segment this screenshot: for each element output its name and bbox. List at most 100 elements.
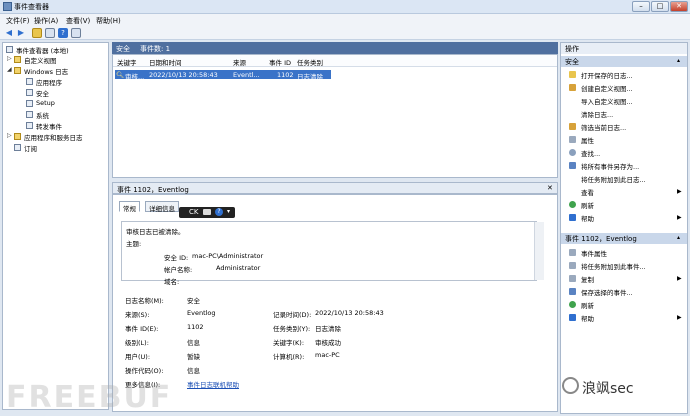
subscription-icon <box>14 144 21 151</box>
tree-item-application[interactable]: 应用程序 <box>36 77 62 87</box>
keywords-label: 关键字(K): <box>273 339 305 347</box>
action-help-event[interactable]: 帮助 <box>581 313 594 323</box>
wechat-account-icon <box>562 377 579 394</box>
action-view[interactable]: 查看 <box>581 187 594 197</box>
forward-icon[interactable]: ▶ <box>16 28 26 38</box>
folder-icon[interactable] <box>32 28 42 38</box>
tree-item-apps-services-logs[interactable]: 应用程序和服务日志 <box>24 132 83 142</box>
folder-icon <box>14 67 21 74</box>
log-icon <box>26 111 33 118</box>
message-line-1: 审核日志已被清除。 <box>126 228 185 236</box>
menu-action[interactable]: 操作(A) <box>34 16 58 26</box>
action-open-saved-log[interactable]: 打开保存的日志... <box>581 70 633 80</box>
close-icon[interactable]: ✕ <box>547 184 553 192</box>
minimize-button[interactable]: – <box>632 1 650 12</box>
submenu-arrow-icon: ▶ <box>677 275 682 282</box>
action-properties[interactable]: 属性 <box>581 135 594 145</box>
capture-toolbar-popup[interactable]: CK ? ▾ <box>179 207 235 218</box>
action-help[interactable]: 帮助 <box>581 213 594 223</box>
expand-icon[interactable]: ▷ <box>7 132 12 139</box>
console-tree-icon[interactable] <box>45 28 55 38</box>
actions-section-event[interactable]: 事件 1102，Eventlog <box>561 233 687 244</box>
collapse-section-icon[interactable]: ▴ <box>677 57 680 64</box>
tree-item-forwarded-events[interactable]: 转发事件 <box>36 121 62 131</box>
column-event-id[interactable]: 事件 ID <box>269 57 291 67</box>
sid-value: mac-PC\Administrator <box>192 252 264 260</box>
row-keyword: 审核... <box>125 73 145 81</box>
properties-icon <box>569 136 576 143</box>
action-save-all-events[interactable]: 将所有事件另存为... <box>581 161 639 171</box>
menu-file[interactable]: 文件(F) <box>6 16 30 26</box>
column-task-category[interactable]: 任务类别 <box>297 57 323 67</box>
folder-icon <box>14 56 21 63</box>
event-message-box[interactable]: 审核日志已被清除。 主题: 安全 ID: mac-PC\Administrato… <box>121 221 544 286</box>
tab-details[interactable]: 详细信息 <box>145 201 179 213</box>
message-line-2: 主题: <box>126 240 142 248</box>
tree-root[interactable]: 事件查看器 (本地) <box>16 45 69 55</box>
account-signature: 浪飒sec <box>582 381 634 397</box>
event-detail-pane: 常规 详细信息 CK ? ▾ 审核日志已被清除。 主题: 安全 ID: mac-… <box>112 194 558 412</box>
folder-icon <box>14 133 21 140</box>
column-source[interactable]: 来源 <box>233 57 246 67</box>
refresh-icon <box>569 201 576 208</box>
window-title: 事件查看器 <box>14 3 49 11</box>
tree-item-windows-logs[interactable]: Windows 日志 <box>24 66 68 76</box>
chevron-down-icon[interactable]: ▾ <box>227 208 230 215</box>
opcode-value: 信息 <box>187 367 200 375</box>
collapse-section-icon[interactable]: ▴ <box>677 234 680 241</box>
tab-general[interactable]: 常规 <box>119 201 140 213</box>
actions-section-security[interactable]: 安全 <box>561 56 687 67</box>
tree-item-system[interactable]: 系统 <box>36 110 49 120</box>
event-properties-icon <box>569 249 576 256</box>
action-create-custom-view[interactable]: 创建自定义视图... <box>581 83 633 93</box>
actions-pane: 操作 安全 ▴ 打开保存的日志... 创建自定义视图... 导入自定义视图...… <box>560 42 688 414</box>
action-attach-task-to-log[interactable]: 将任务附加到此日志... <box>581 174 646 184</box>
message-scrollbar[interactable] <box>534 222 544 280</box>
back-icon[interactable]: ◀ <box>4 28 14 38</box>
action-clear-log[interactable]: 清除日志... <box>581 109 613 119</box>
action-refresh[interactable]: 刷新 <box>581 200 594 210</box>
tree-item-subscriptions[interactable]: 订阅 <box>24 143 37 153</box>
menu-help[interactable]: 帮助(H) <box>96 16 121 26</box>
maximize-button[interactable]: □ <box>651 1 669 12</box>
action-attach-task-to-event[interactable]: 将任务附加到此事件... <box>581 261 646 271</box>
online-help-link[interactable]: 事件日志联机帮助 <box>187 379 239 389</box>
submenu-arrow-icon: ▶ <box>677 214 682 221</box>
save-icon <box>569 288 576 295</box>
event-count: 事件数: 1 <box>140 45 171 53</box>
action-save-selected-events[interactable]: 保存选择的事件... <box>581 287 633 297</box>
help-icon[interactable]: ? <box>58 28 68 38</box>
account-label: 帐户名称: <box>164 266 193 274</box>
menu-view[interactable]: 查看(V) <box>66 16 90 26</box>
tree-item-security[interactable]: 安全 <box>36 88 49 98</box>
event-viewer-icon <box>3 2 12 11</box>
action-import-custom-view[interactable]: 导入自定义视图... <box>581 96 633 106</box>
action-refresh-event[interactable]: 刷新 <box>581 300 594 310</box>
title-bar: 事件查看器 – □ ✕ <box>0 0 690 14</box>
table-row[interactable]: 🔍︎ 审核... 2022/10/13 20:58:43 Eventl... 1… <box>115 70 331 81</box>
action-pane-icon[interactable] <box>71 28 81 38</box>
column-keyword[interactable]: 关键字 <box>117 57 137 67</box>
action-find[interactable]: 查找... <box>581 148 600 158</box>
task-category-value: 日志清除 <box>315 325 341 333</box>
popup-label: CK <box>189 208 199 216</box>
tree-item-custom-views[interactable]: 自定义视图 <box>24 55 57 65</box>
expand-icon[interactable]: ▷ <box>7 55 12 62</box>
event-detail-header: 事件 1102，Eventlog ✕ <box>112 182 558 194</box>
list-header: 关键字 日期和时间 来源 事件 ID 任务类别 <box>113 55 557 67</box>
task-category-label: 任务类别(Y): <box>273 325 311 333</box>
collapse-icon[interactable]: ◢ <box>7 66 12 73</box>
column-datetime[interactable]: 日期和时间 <box>149 57 182 67</box>
help-icon[interactable]: ? <box>215 208 223 216</box>
action-event-properties[interactable]: 事件属性 <box>581 248 607 258</box>
log-header: 安全 事件数: 1 <box>112 42 558 54</box>
computer-icon <box>6 46 13 53</box>
find-icon <box>569 149 576 156</box>
close-button[interactable]: ✕ <box>670 1 688 12</box>
save-icon <box>569 162 576 169</box>
action-filter-current-log[interactable]: 筛选当前日志... <box>581 122 626 132</box>
row-source: Eventl... <box>233 71 260 79</box>
tree-item-setup[interactable]: Setup <box>36 99 55 107</box>
logname-value: 安全 <box>187 297 200 305</box>
action-copy[interactable]: 复制 <box>581 274 594 284</box>
